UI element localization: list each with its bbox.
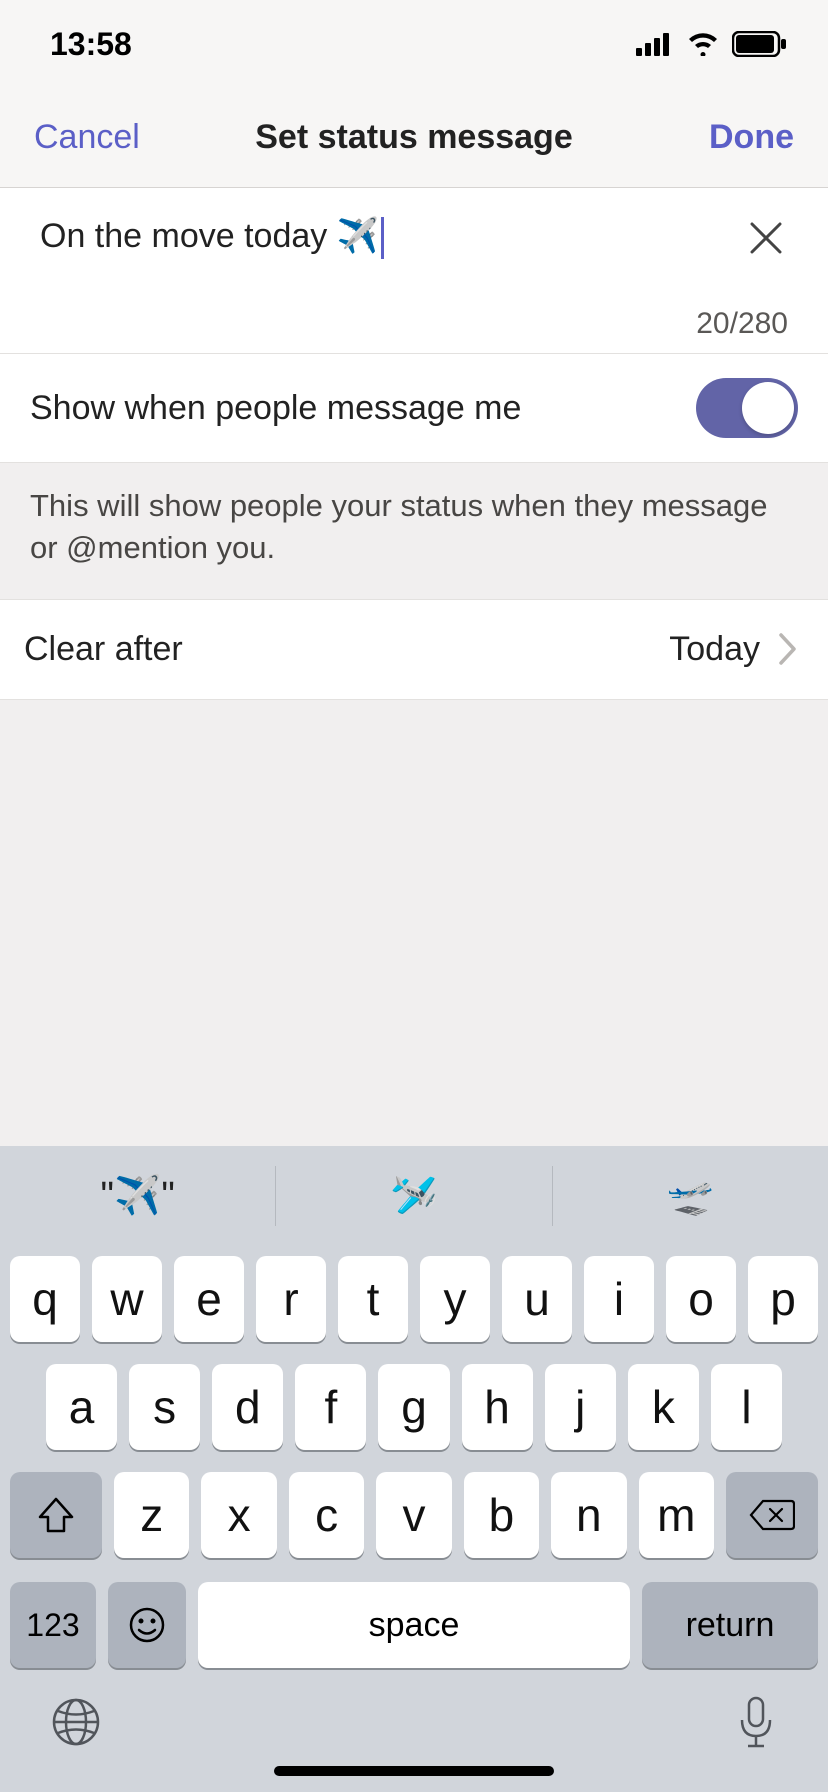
suggestion-1[interactable]: "✈️" <box>0 1166 276 1226</box>
wifi-icon <box>686 32 720 56</box>
key-n[interactable]: n <box>551 1472 626 1558</box>
keyboard-row-3: z x c v b n m <box>10 1472 818 1558</box>
key-c[interactable]: c <box>289 1472 364 1558</box>
close-icon <box>748 220 784 256</box>
key-d[interactable]: d <box>212 1364 283 1450</box>
keyboard: "✈️" 🛩️ 🛫 q w e r t y u i o p a s d f <box>0 1146 828 1792</box>
cancel-button[interactable]: Cancel <box>34 118 174 157</box>
battery-icon <box>732 31 788 57</box>
suggestion-3[interactable]: 🛫 <box>553 1166 828 1226</box>
backspace-icon <box>749 1498 795 1532</box>
show-when-message-toggle[interactable] <box>696 378 798 438</box>
key-j[interactable]: j <box>545 1364 616 1450</box>
status-message-input[interactable]: On the move today ✈️ <box>40 208 744 267</box>
status-message-text: On the move today ✈️ <box>40 217 379 255</box>
key-y[interactable]: y <box>420 1256 490 1342</box>
key-z[interactable]: z <box>114 1472 189 1558</box>
mic-icon[interactable] <box>734 1694 778 1750</box>
suggestion-2[interactable]: 🛩️ <box>276 1166 552 1226</box>
clear-after-value-text: Today <box>669 630 760 669</box>
keyboard-suggestions: "✈️" 🛩️ 🛫 <box>0 1146 828 1246</box>
show-when-message-label: Show when people message me <box>30 389 521 428</box>
keyboard-row-2: a s d f g h j k l <box>10 1364 818 1450</box>
text-cursor <box>381 217 384 259</box>
space-key[interactable]: space <box>198 1582 630 1668</box>
key-b[interactable]: b <box>464 1472 539 1558</box>
show-when-message-row: Show when people message me <box>0 354 828 463</box>
toggle-helper-text: This will show people your status when t… <box>0 463 828 599</box>
key-e[interactable]: e <box>174 1256 244 1342</box>
switch-knob <box>742 382 794 434</box>
key-x[interactable]: x <box>201 1472 276 1558</box>
status-bar: 13:58 <box>0 0 828 88</box>
return-key[interactable]: return <box>642 1582 818 1668</box>
key-g[interactable]: g <box>378 1364 449 1450</box>
home-indicator[interactable] <box>274 1766 554 1776</box>
key-o[interactable]: o <box>666 1256 736 1342</box>
key-h[interactable]: h <box>462 1364 533 1450</box>
clear-after-label: Clear after <box>24 630 183 669</box>
key-a[interactable]: a <box>46 1364 117 1450</box>
key-f[interactable]: f <box>295 1364 366 1450</box>
clear-after-value: Today <box>669 630 798 669</box>
clear-text-button[interactable] <box>744 216 788 260</box>
emoji-icon <box>127 1605 167 1645</box>
done-button[interactable]: Done <box>654 118 794 157</box>
backspace-key[interactable] <box>726 1472 818 1558</box>
status-input-section: On the move today ✈️ 20/280 <box>0 188 828 354</box>
key-u[interactable]: u <box>502 1256 572 1342</box>
key-v[interactable]: v <box>376 1472 451 1558</box>
key-q[interactable]: q <box>10 1256 80 1342</box>
keyboard-bottom-row: 123 space return <box>0 1582 828 1682</box>
key-s[interactable]: s <box>129 1364 200 1450</box>
keyboard-row-1: q w e r t y u i o p <box>10 1256 818 1342</box>
key-r[interactable]: r <box>256 1256 326 1342</box>
key-l[interactable]: l <box>711 1364 782 1450</box>
key-k[interactable]: k <box>628 1364 699 1450</box>
key-w[interactable]: w <box>92 1256 162 1342</box>
character-count: 20/280 <box>40 307 798 341</box>
nav-bar: Cancel Set status message Done <box>0 88 828 188</box>
shift-key[interactable] <box>10 1472 102 1558</box>
key-m[interactable]: m <box>639 1472 714 1558</box>
shift-icon <box>36 1495 76 1535</box>
chevron-right-icon <box>778 632 798 666</box>
clear-after-row[interactable]: Clear after Today <box>0 599 828 700</box>
globe-icon[interactable] <box>50 1696 102 1748</box>
emoji-key[interactable] <box>108 1582 186 1668</box>
page-title: Set status message <box>174 118 654 157</box>
cellular-icon <box>636 32 674 56</box>
key-t[interactable]: t <box>338 1256 408 1342</box>
status-icons <box>636 31 788 57</box>
status-time: 13:58 <box>50 26 132 63</box>
key-p[interactable]: p <box>748 1256 818 1342</box>
content-spacer <box>0 700 828 1146</box>
key-i[interactable]: i <box>584 1256 654 1342</box>
numeric-key[interactable]: 123 <box>10 1582 96 1668</box>
